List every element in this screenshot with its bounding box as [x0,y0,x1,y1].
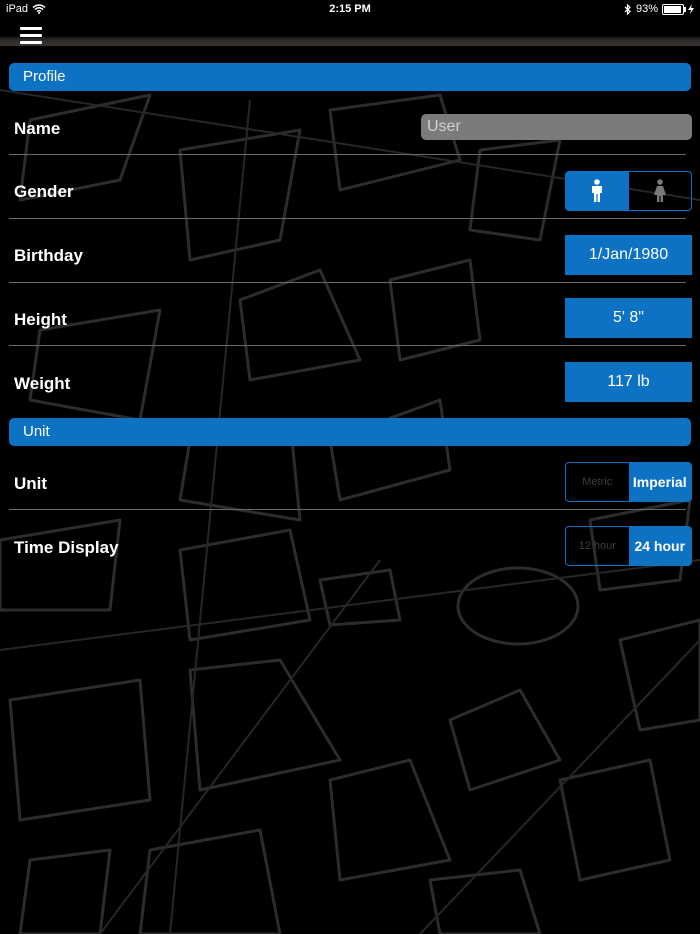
time-24-hour-option[interactable]: 24 hour [628,527,691,565]
birthday-button[interactable]: 1/Jan/1980 [565,235,692,275]
unit-metric-option[interactable]: Metric [566,463,629,501]
status-bar: iPad 2:15 PM 93% [0,0,700,20]
gender-label: Gender [14,182,74,201]
name-input[interactable] [421,114,692,140]
separator [9,218,686,219]
battery-percent: 93% [635,3,658,15]
settings-content: Profile Name Gender Birthday 1/Jan/1980 … [0,0,700,934]
unit-label: Unit [14,474,48,493]
bluetooth-icon [624,3,631,15]
status-right: 93% [624,3,694,15]
gender-male-option[interactable] [566,172,629,210]
height-button[interactable]: 5' 8" [565,298,692,338]
battery-icon [662,3,686,15]
unit-selector[interactable]: Metric Imperial [565,462,692,502]
birthday-label: Birthday [14,246,83,265]
name-label: Name [14,119,61,138]
unit-imperial-option[interactable]: Imperial [628,463,691,501]
separator [9,282,686,283]
time-12-hour-option[interactable]: 12 hour [566,527,629,565]
profile-section-header: Profile [9,63,691,91]
unit-section-header: Unit [9,418,691,446]
weight-label: Weight [14,374,71,393]
female-icon [653,179,666,202]
hamburger-icon[interactable] [20,27,42,45]
weight-button[interactable]: 117 lb [565,362,692,402]
separator [9,509,686,510]
nav-bar [0,20,700,46]
time-display-selector[interactable]: 12 hour 24 hour [565,526,692,566]
charging-bolt-icon [688,4,694,14]
status-time: 2:15 PM [329,3,371,15]
height-label: Height [14,310,67,329]
separator [9,154,686,155]
time-display-label: Time Display [14,538,119,557]
separator [9,345,686,346]
battery-level [664,5,681,13]
gender-selector[interactable] [565,171,692,211]
gender-female-option[interactable] [629,172,692,210]
male-icon [592,179,603,202]
